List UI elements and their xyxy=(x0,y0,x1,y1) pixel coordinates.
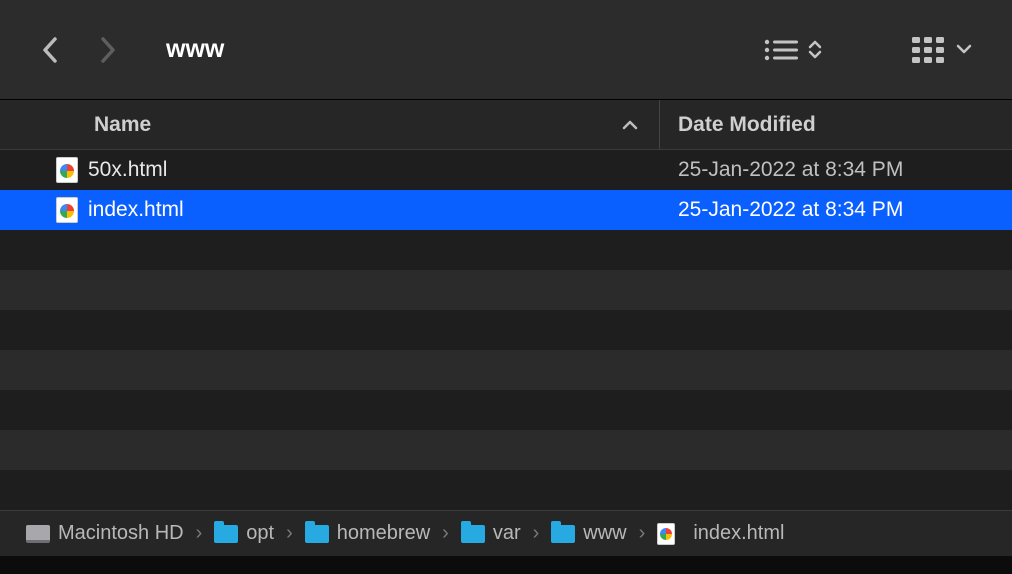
empty-row xyxy=(0,390,1012,430)
empty-row xyxy=(0,350,1012,390)
breadcrumb-label: www xyxy=(583,522,626,545)
breadcrumb-label: var xyxy=(493,522,521,545)
list-icon xyxy=(764,38,798,62)
folder-icon xyxy=(461,525,485,543)
folder-icon xyxy=(305,525,329,543)
column-name[interactable]: Name xyxy=(0,100,660,149)
back-button[interactable] xyxy=(40,35,60,65)
file-row[interactable]: 50x.html 25-Jan-2022 at 8:34 PM xyxy=(0,150,1012,190)
empty-row xyxy=(0,430,1012,470)
bottom-strip xyxy=(0,556,1012,574)
breadcrumb-label: Macintosh HD xyxy=(58,522,184,545)
updown-icon xyxy=(808,40,822,59)
breadcrumb-label: opt xyxy=(246,522,274,545)
harddrive-icon xyxy=(26,525,50,543)
breadcrumb-label: homebrew xyxy=(337,522,430,545)
breadcrumb[interactable]: index.html xyxy=(657,522,784,545)
file-date-label: 25-Jan-2022 at 8:34 PM xyxy=(660,158,1012,182)
breadcrumb[interactable]: homebrew xyxy=(305,522,430,545)
column-name-label: Name xyxy=(94,113,151,137)
breadcrumb[interactable]: Macintosh HD xyxy=(26,522,184,545)
path-bar: Macintosh HD › opt › homebrew › var › ww… xyxy=(0,510,1012,556)
empty-row xyxy=(0,270,1012,310)
toolbar-right xyxy=(764,37,972,63)
folder-icon xyxy=(551,525,575,543)
breadcrumb-separator: › xyxy=(637,522,648,545)
breadcrumb-separator: › xyxy=(194,522,205,545)
breadcrumb[interactable]: opt xyxy=(214,522,274,545)
column-date-label: Date Modified xyxy=(678,113,816,136)
window-title: www xyxy=(166,35,224,64)
file-name-label: 50x.html xyxy=(88,158,167,182)
breadcrumb-separator: › xyxy=(284,522,295,545)
column-date[interactable]: Date Modified xyxy=(660,113,1012,137)
html-file-icon xyxy=(56,197,78,223)
html-file-icon xyxy=(657,523,675,545)
grid-icon xyxy=(912,37,946,63)
empty-row xyxy=(0,310,1012,350)
file-name-label: index.html xyxy=(88,198,184,222)
breadcrumb-separator: › xyxy=(440,522,451,545)
view-mode-icons[interactable] xyxy=(912,37,972,63)
breadcrumb-label: index.html xyxy=(693,522,784,545)
folder-icon xyxy=(214,525,238,543)
nav-arrows xyxy=(40,35,118,65)
toolbar: www xyxy=(0,0,1012,100)
sort-ascending-icon xyxy=(621,113,639,137)
breadcrumb[interactable]: var xyxy=(461,522,521,545)
view-mode-list[interactable] xyxy=(764,38,822,62)
empty-row xyxy=(0,230,1012,270)
file-row[interactable]: index.html 25-Jan-2022 at 8:34 PM xyxy=(0,190,1012,230)
breadcrumb[interactable]: www xyxy=(551,522,626,545)
chevron-down-icon xyxy=(956,41,972,59)
breadcrumb-separator: › xyxy=(531,522,542,545)
column-header: Name Date Modified xyxy=(0,100,1012,150)
html-file-icon xyxy=(56,157,78,183)
file-list: 50x.html 25-Jan-2022 at 8:34 PM index.ht… xyxy=(0,150,1012,470)
file-date-label: 25-Jan-2022 at 8:34 PM xyxy=(660,198,1012,222)
forward-button[interactable] xyxy=(98,35,118,65)
